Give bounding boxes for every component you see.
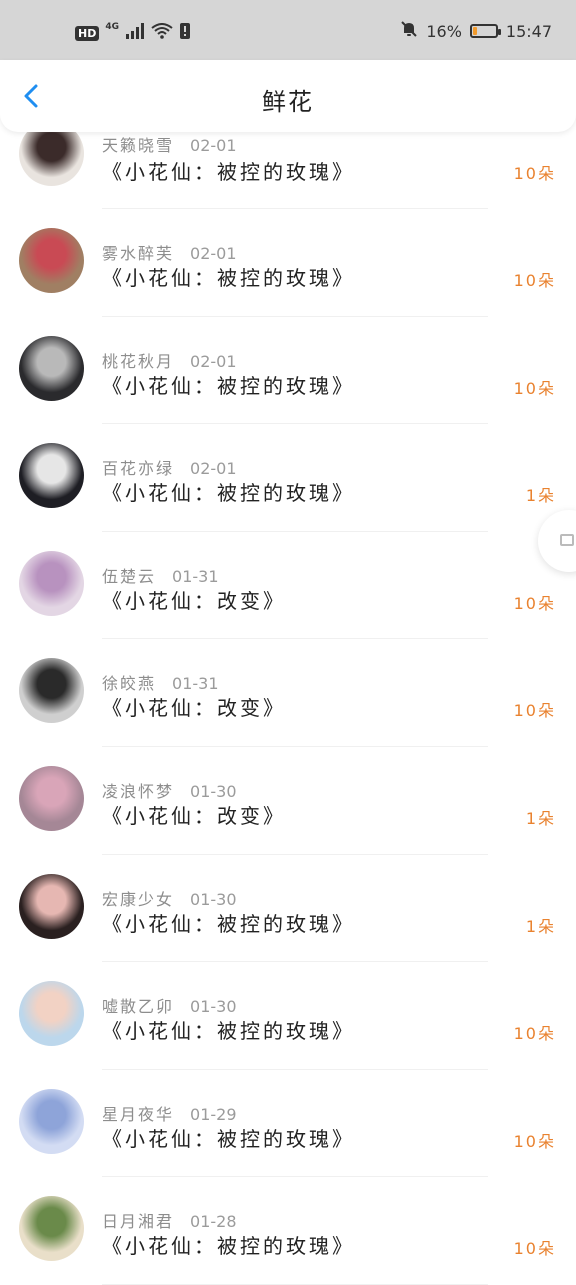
user-name: 凌浪怀梦 — [102, 781, 175, 801]
book-title: 《小花仙：改变》 — [102, 696, 286, 721]
user-name: 桃花秋月 — [102, 351, 175, 371]
app-header: 鲜花 — [0, 60, 576, 132]
alert-icon — [179, 22, 191, 44]
user-name: 雾水醉芙 — [102, 244, 175, 263]
user-name-line: 雾水醉芙 02-01 — [102, 240, 237, 264]
book-title: 《小花仙：改变》 — [102, 803, 286, 828]
avatar[interactable] — [19, 443, 84, 509]
book-title: 《小花仙：被控的玫瑰》 — [102, 911, 355, 936]
wifi-icon — [151, 23, 173, 43]
user-name-line: 凌浪怀梦 01-30 — [102, 778, 237, 802]
signal-icon — [125, 23, 145, 43]
book-title: 《小花仙：被控的玫瑰》 — [102, 373, 355, 398]
book-title: 《小花仙：被控的玫瑰》 — [102, 481, 355, 506]
flower-amount: 1朵 — [525, 808, 556, 828]
gift-date: 02-01 — [190, 244, 237, 263]
book-title: 《小花仙：被控的玫瑰》 — [102, 1019, 355, 1044]
flower-amount: 10朵 — [513, 1024, 556, 1044]
flower-amount: 10朵 — [513, 378, 556, 398]
avatar[interactable] — [19, 550, 84, 616]
book-title: 《小花仙：被控的玫瑰》 — [102, 1234, 355, 1259]
user-name-line: 伍楚云 01-31 — [102, 563, 219, 587]
list-item[interactable]: 宏康少女 01-30 《小花仙：被控的玫瑰》 1朵 — [0, 855, 576, 963]
clock: 15:47 — [505, 21, 552, 41]
user-name: 天籁晓雪 — [102, 136, 175, 155]
hd-badge: HD — [75, 25, 100, 41]
flower-amount: 10朵 — [513, 271, 556, 290]
list-item[interactable]: 天籁晓雪 02-01 《小花仙：被控的玫瑰》 10朵 — [0, 121, 576, 209]
gift-date: 01-31 — [172, 566, 219, 586]
book-title: 《小花仙：被控的玫瑰》 — [102, 1126, 355, 1151]
flower-amount: 1朵 — [525, 486, 556, 506]
status-left: HD 4G — [75, 22, 191, 44]
book-title: 《小花仙：被控的玫瑰》 — [102, 266, 355, 290]
network-type: 4G — [105, 22, 119, 32]
user-name-line: 宏康少女 01-30 — [102, 886, 237, 910]
avatar[interactable] — [19, 1088, 84, 1154]
list-item[interactable]: 桃花秋月 02-01 《小花仙：被控的玫瑰》 10朵 — [0, 317, 576, 425]
avatar[interactable] — [19, 981, 84, 1047]
flower-gift-list: 天籁晓雪 02-01 《小花仙：被控的玫瑰》 10朵 雾水醉芙 02-01 《小花仙：被控的… — [0, 121, 576, 1285]
avatar[interactable] — [19, 658, 84, 724]
user-name-line: 桃花秋月 02-01 — [102, 348, 237, 372]
gift-date: 01-28 — [190, 1212, 237, 1232]
list-item[interactable]: 徐皎燕 01-31 《小花仙：改变》 10朵 — [0, 639, 576, 747]
list-item[interactable]: 伍楚云 01-31 《小花仙：改变》 10朵 — [0, 532, 576, 640]
book-title: 《小花仙：改变》 — [102, 588, 286, 613]
user-name: 伍楚云 — [102, 566, 157, 586]
battery-fill — [472, 27, 477, 35]
avatar[interactable] — [19, 873, 84, 939]
gift-date: 02-01 — [190, 351, 237, 371]
battery-icon — [469, 24, 501, 38]
gift-date: 01-30 — [190, 781, 237, 801]
window-icon — [560, 534, 574, 546]
list-item[interactable]: 日月湘君 01-28 《小花仙：被控的玫瑰》 10朵 — [0, 1177, 576, 1285]
user-name: 百花亦绿 — [102, 459, 175, 479]
gift-date: 01-30 — [190, 997, 237, 1017]
user-name: 徐皎燕 — [102, 674, 157, 694]
gift-date: 01-31 — [172, 674, 219, 694]
book-title: 《小花仙：被控的玫瑰》 — [102, 160, 355, 184]
gift-date: 02-01 — [190, 459, 237, 479]
gift-date: 01-30 — [190, 889, 237, 909]
flower-amount: 10朵 — [513, 164, 556, 183]
gift-date: 02-01 — [190, 136, 237, 155]
avatar[interactable] — [19, 335, 84, 401]
list-item[interactable]: 嘘散乙卯 01-30 《小花仙：被控的玫瑰》 10朵 — [0, 962, 576, 1070]
user-name-line: 百花亦绿 02-01 — [102, 455, 237, 479]
flower-amount: 10朵 — [513, 593, 556, 613]
avatar[interactable] — [19, 228, 84, 293]
user-name-line: 日月湘君 01-28 — [102, 1208, 237, 1232]
user-name: 宏康少女 — [102, 889, 175, 909]
user-name: 日月湘君 — [102, 1212, 175, 1232]
user-name-line: 天籁晓雪 02-01 — [102, 132, 237, 156]
flower-amount: 10朵 — [513, 1131, 556, 1151]
user-name: 嘘散乙卯 — [102, 997, 175, 1017]
list-item[interactable]: 雾水醉芙 02-01 《小花仙：被控的玫瑰》 10朵 — [0, 209, 576, 317]
mute-bell-icon — [400, 20, 418, 42]
battery-percent: 16% — [426, 21, 462, 41]
flower-amount: 10朵 — [513, 1239, 556, 1259]
status-bar: HD 4G 16% 15:47 — [0, 0, 576, 60]
user-name-line: 星月夜华 01-29 — [102, 1101, 237, 1125]
list-item[interactable]: 百花亦绿 02-01 《小花仙：被控的玫瑰》 1朵 — [0, 424, 576, 532]
status-right: 16% 15:47 — [400, 20, 552, 42]
user-name: 星月夜华 — [102, 1104, 175, 1124]
page-title: 鲜花 — [262, 88, 314, 116]
avatar[interactable] — [19, 765, 84, 831]
gift-date: 01-29 — [190, 1104, 237, 1124]
list-item[interactable]: 星月夜华 01-29 《小花仙：被控的玫瑰》 10朵 — [0, 1070, 576, 1178]
user-name-line: 嘘散乙卯 01-30 — [102, 993, 237, 1017]
list-item[interactable]: 凌浪怀梦 01-30 《小花仙：改变》 1朵 — [0, 747, 576, 855]
user-name-line: 徐皎燕 01-31 — [102, 670, 219, 694]
avatar[interactable] — [19, 1196, 84, 1262]
flower-amount: 10朵 — [513, 701, 556, 721]
flower-amount: 1朵 — [525, 916, 556, 936]
